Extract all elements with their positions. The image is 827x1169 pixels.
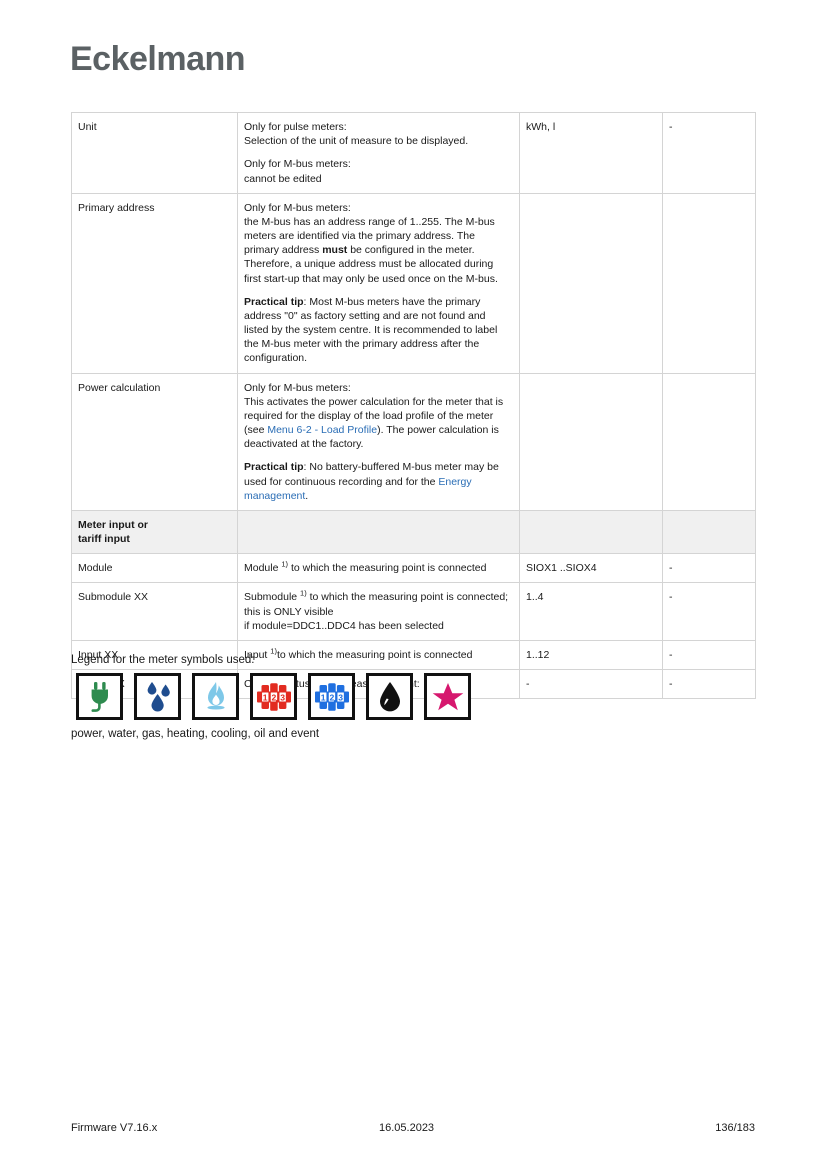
table-row: Primary address Only for M-bus meters: t… <box>71 192 756 374</box>
row-range: SIOX1 ..SIOX4 <box>519 553 663 584</box>
footer-date: 16.05.2023 <box>379 1122 435 1134</box>
practical-tip-label: Practical tip <box>244 461 304 474</box>
row-description <box>237 509 520 555</box>
brand-logo: Eckelmann <box>70 40 246 78</box>
svg-text:2: 2 <box>329 692 334 702</box>
section-header-line1: Meter input or <box>78 518 148 531</box>
legend-caption: power, water, gas, heating, cooling, oil… <box>71 728 320 740</box>
row-label: Primary address <box>71 192 238 374</box>
desc-text: . <box>305 489 309 502</box>
row-default: - <box>662 582 756 641</box>
legend-title: Legend for the meter symbols used: <box>71 654 255 666</box>
desc-text: to which the measuring point is connecte… <box>276 648 473 661</box>
document-page: Eckelmann Unit Only for pulse meters: Se… <box>0 0 827 1169</box>
row-label: Unit <box>71 112 238 194</box>
svg-text:3: 3 <box>338 692 343 702</box>
cooling-meter-icon: 1 2 3 <box>308 673 355 720</box>
row-range <box>519 509 663 555</box>
section-header-line2: tariff input <box>78 533 130 546</box>
desc-line: Only for M-bus meters: <box>244 381 351 394</box>
row-description: Submodule 1) to which the measuring poin… <box>237 582 520 641</box>
svg-text:2: 2 <box>271 692 276 702</box>
desc-text: Module <box>244 562 282 575</box>
row-range <box>519 372 663 511</box>
footnote-marker: 1) <box>300 588 307 598</box>
svg-text:1: 1 <box>320 692 325 702</box>
row-description: Input 1)to which the measuring point is … <box>237 639 520 671</box>
desc-line: Only for M-bus meters: <box>244 201 351 214</box>
table-section-header-row: Meter input or tariff input <box>71 509 756 555</box>
footnote-marker: 1) <box>270 646 277 656</box>
heating-meter-icon: 1 2 3 <box>250 673 297 720</box>
row-default <box>662 509 756 555</box>
row-label: Power calculation <box>71 372 238 511</box>
table-row: Power calculation Only for M-bus meters:… <box>71 372 756 511</box>
row-description: Module 1) to which the measuring point i… <box>237 553 520 584</box>
row-default: - <box>662 553 756 584</box>
desc-line: Selection of the unit of measure to be d… <box>244 135 469 148</box>
event-star-icon <box>424 673 471 720</box>
row-description: Only for M-bus meters: This activates th… <box>237 372 520 511</box>
table-row: Submodule XX Submodule 1) to which the m… <box>71 582 756 641</box>
parameter-table: Unit Only for pulse meters: Selection of… <box>71 112 756 700</box>
row-description: Only for M-bus meters: the M-bus has an … <box>237 192 520 374</box>
row-label: Submodule XX <box>71 582 238 641</box>
oil-drop-icon <box>366 673 413 720</box>
row-default: - <box>662 112 756 194</box>
row-range: 1..4 <box>519 582 663 641</box>
row-range: - <box>519 669 663 700</box>
row-label: Module <box>71 553 238 584</box>
row-range <box>519 192 663 374</box>
row-default <box>662 372 756 511</box>
row-description: Only for pulse meters: Selection of the … <box>237 112 520 194</box>
legend-icon-row: 1 2 3 1 2 3 <box>76 673 471 720</box>
water-drops-icon <box>134 673 181 720</box>
table-row: Unit Only for pulse meters: Selection of… <box>71 112 756 194</box>
link-load-profile[interactable]: Menu 6-2 - Load Profile <box>267 424 377 436</box>
desc-line: Only for M-bus meters: <box>244 158 351 171</box>
footer-firmware: Firmware V7.16.x <box>71 1122 158 1134</box>
row-range: kWh, l <box>519 112 663 194</box>
row-default <box>662 192 756 374</box>
svg-text:1: 1 <box>262 692 267 702</box>
row-range: 1..12 <box>519 639 663 671</box>
desc-line: cannot be edited <box>244 172 322 185</box>
desc-text: Submodule <box>244 591 301 604</box>
desc-emphasis: must <box>322 244 348 257</box>
row-default: - <box>662 639 756 671</box>
section-header-label: Meter input or tariff input <box>71 509 238 555</box>
power-plug-icon <box>76 673 123 720</box>
table-row: Module Module 1) to which the measuring … <box>71 553 756 584</box>
footer-page-number: 136/183 <box>715 1122 755 1134</box>
desc-line: if module=DDC1..DDC4 has been selected <box>244 619 444 632</box>
practical-tip-label: Practical tip <box>244 295 304 308</box>
desc-text: to which the measuring point is connecte… <box>288 562 487 575</box>
svg-text:3: 3 <box>280 692 285 702</box>
row-default: - <box>662 669 756 700</box>
gas-flame-icon <box>192 673 239 720</box>
desc-line: Only for pulse meters: <box>244 121 347 133</box>
